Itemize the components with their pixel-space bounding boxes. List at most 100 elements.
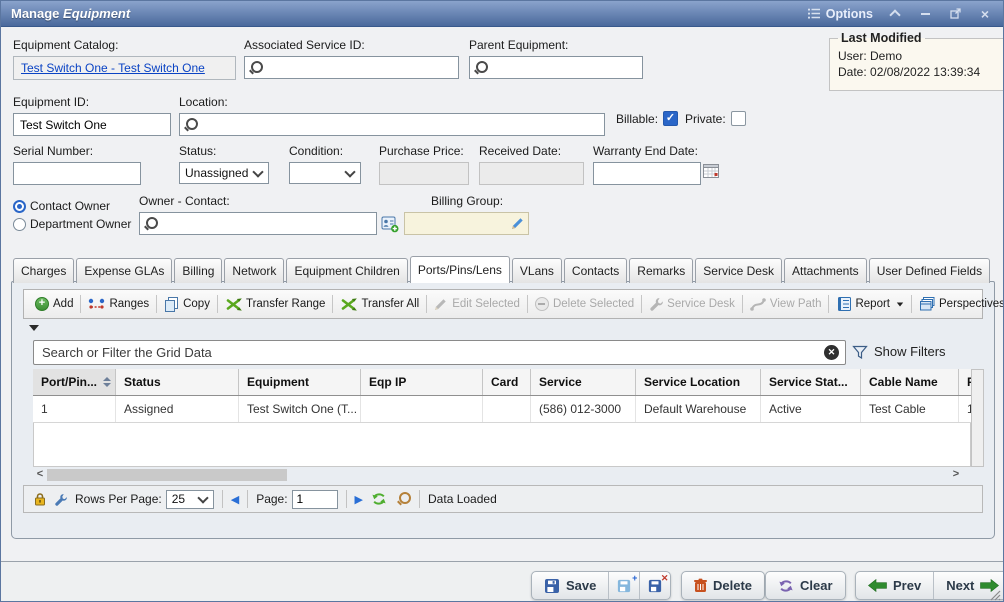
clear-button[interactable]: Clear: [766, 572, 845, 599]
column-header-equipment[interactable]: Equipment: [239, 369, 361, 395]
tab-billing[interactable]: Billing: [174, 258, 222, 283]
ranges-button[interactable]: Ranges: [83, 295, 154, 313]
grid-search-input[interactable]: [34, 345, 824, 360]
titlebar[interactable]: Manage Equipment Options ×: [1, 1, 1003, 27]
equipment-id-input[interactable]: [18, 117, 166, 133]
column-header-service-location[interactable]: Service Location: [636, 369, 761, 395]
equipment-catalog-link[interactable]: Test Switch One - Test Switch One: [21, 61, 205, 75]
clear-search-button[interactable]: ✕: [824, 345, 839, 360]
equipment-catalog-box: Test Switch One - Test Switch One: [13, 56, 236, 80]
column-label: Card: [491, 375, 518, 389]
column-header-status[interactable]: Status: [116, 369, 239, 395]
column-header-eqp-ip[interactable]: Eqp IP: [361, 369, 483, 395]
grid-row-1[interactable]: 1 Assigned Test Switch One (T... (586) 0…: [33, 396, 971, 423]
location-input[interactable]: [203, 117, 600, 133]
report-icon: [836, 297, 851, 311]
add-button[interactable]: Add: [30, 294, 78, 314]
private-checkbox[interactable]: [731, 111, 746, 126]
perspectives-button[interactable]: Perspectives: [914, 294, 1004, 314]
view-path-icon: [750, 298, 766, 311]
column-header-port-pin[interactable]: Port/Pin...: [33, 369, 116, 395]
billing-group-input: [409, 216, 511, 232]
billable-checkbox[interactable]: [663, 111, 678, 126]
warranty-end-date-field: Warranty End Date:: [593, 144, 701, 185]
tab-remarks[interactable]: Remarks: [629, 258, 693, 283]
grid-cell-service: (586) 012-3000: [531, 396, 636, 422]
save-and-close-button[interactable]: ✕: [640, 572, 670, 599]
serial-number-field: Serial Number:: [13, 144, 141, 185]
tab-expense-glas[interactable]: Expense GLAs: [76, 258, 172, 283]
tab-service-desk[interactable]: Service Desk: [695, 258, 782, 283]
close-button[interactable]: ×: [977, 6, 993, 22]
transfer-all-button[interactable]: Transfer All: [335, 295, 424, 314]
add-contact-button[interactable]: [381, 216, 399, 233]
grid-cell-status: Assigned: [116, 396, 239, 422]
close-icon: ×: [981, 7, 989, 21]
delete-button[interactable]: Delete: [682, 572, 764, 599]
collapse-button[interactable]: [887, 6, 903, 22]
column-header-cable-name[interactable]: Cable Name: [861, 369, 959, 395]
associated-service-id-input[interactable]: [268, 60, 454, 76]
page-number-input[interactable]: [292, 490, 338, 509]
popout-button[interactable]: [947, 6, 963, 22]
sort-icon: [103, 377, 111, 387]
owner-contact-field: Owner - Contact:: [139, 194, 377, 235]
options-button[interactable]: Options: [808, 7, 873, 21]
clear-refresh-icon: [778, 579, 794, 593]
parent-equipment-input[interactable]: [493, 60, 638, 76]
tab-charges[interactable]: Charges: [13, 258, 74, 283]
previous-page-button[interactable]: ◀: [231, 493, 239, 506]
rows-per-page-select[interactable]: 25: [166, 490, 214, 509]
toolbar-separator: [80, 295, 81, 313]
column-header-service[interactable]: Service: [531, 369, 636, 395]
minimize-button[interactable]: [917, 6, 933, 22]
tab-ports-pins-lens[interactable]: Ports/Pins/Lens: [410, 256, 510, 283]
refresh-grid-button[interactable]: [371, 492, 387, 506]
tab-user-defined-fields[interactable]: User Defined Fields: [869, 258, 990, 283]
transfer-range-button[interactable]: Transfer Range: [220, 295, 330, 314]
pager-separator: [247, 490, 248, 508]
column-label: Cable Name: [869, 375, 938, 389]
report-button[interactable]: Report: [831, 294, 909, 314]
search-grid-button[interactable]: [395, 492, 411, 506]
toolbar-overflow-button[interactable]: [29, 325, 39, 331]
chevron-down-icon: [197, 492, 208, 503]
calendar-picker-button[interactable]: [703, 163, 719, 178]
grid-status-text: Data Loaded: [428, 492, 497, 506]
scrollbar-thumb[interactable]: [47, 469, 287, 481]
copy-button[interactable]: Copy: [159, 294, 215, 315]
billable-label: Billable:: [616, 112, 658, 126]
delete-selected-label: Delete Selected: [553, 298, 634, 310]
tab-equipment-children[interactable]: Equipment Children: [286, 258, 407, 283]
save-button-group: Save + ✕: [531, 571, 671, 600]
grid-tools-button[interactable]: [54, 493, 67, 506]
warranty-end-date-input[interactable]: [598, 166, 696, 182]
show-filters-button[interactable]: Show Filters: [852, 344, 946, 359]
column-header-service-status[interactable]: Service Stat...: [761, 369, 861, 395]
tab-contacts[interactable]: Contacts: [564, 258, 627, 283]
tab-vlans[interactable]: VLans: [512, 258, 562, 283]
condition-select[interactable]: [289, 162, 361, 184]
status-select[interactable]: Unassigned: [179, 162, 269, 184]
save-and-new-button[interactable]: +: [609, 572, 640, 599]
vertical-scrollbar[interactable]: [971, 369, 984, 467]
tab-network[interactable]: Network: [224, 258, 284, 283]
owner-contact-input[interactable]: [163, 216, 372, 232]
scroll-right-arrow[interactable]: >: [949, 468, 963, 481]
column-header-card[interactable]: Card: [483, 369, 531, 395]
prev-button[interactable]: Prev: [856, 572, 934, 599]
resize-grip[interactable]: [989, 589, 1001, 601]
calendar-icon: [703, 163, 719, 178]
tab-attachments[interactable]: Attachments: [784, 258, 867, 283]
lock-grid-button[interactable]: [34, 492, 46, 506]
contact-owner-radio[interactable]: Contact Owner: [13, 199, 131, 213]
serial-number-input[interactable]: [18, 166, 136, 182]
grid-cell-eqp-ip: [361, 396, 483, 422]
column-header-pairs[interactable]: P...: [959, 369, 971, 395]
department-owner-radio[interactable]: Department Owner: [13, 217, 131, 231]
save-button[interactable]: Save: [532, 572, 609, 599]
edit-billing-group-button[interactable]: [511, 217, 524, 230]
next-page-button[interactable]: ▶: [355, 493, 363, 506]
scroll-left-arrow[interactable]: <: [33, 468, 47, 481]
view-path-label: View Path: [770, 298, 822, 310]
